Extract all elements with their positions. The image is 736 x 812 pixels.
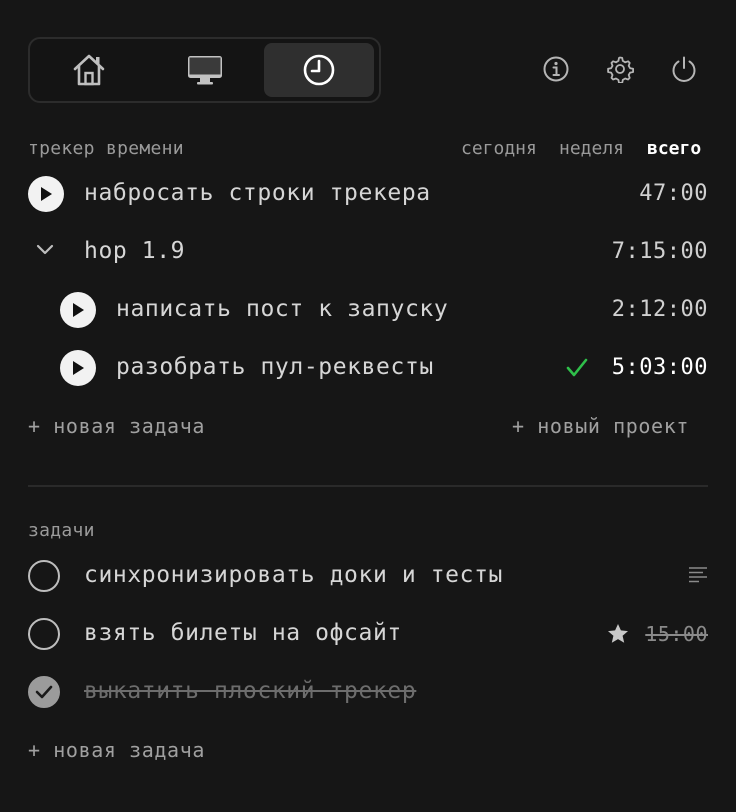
tracker-project-row[interactable]: hop 1.9 7:15:00 — [28, 232, 708, 272]
task-checkbox[interactable] — [28, 560, 60, 592]
project-time: 7:15:00 — [611, 239, 708, 264]
star-icon[interactable] — [607, 623, 629, 644]
settings-button[interactable] — [604, 53, 636, 85]
add-project-link[interactable]: + новый проект — [512, 414, 689, 438]
project-label: hop 1.9 — [84, 238, 186, 264]
view-switcher — [28, 37, 381, 103]
tasks-title: задачи — [28, 520, 95, 541]
task-label: выкатить плоский трекер — [84, 678, 417, 704]
info-icon — [542, 55, 570, 83]
checkmark-icon — [35, 685, 53, 699]
screen-tab[interactable] — [150, 43, 260, 97]
notes-icon[interactable] — [688, 566, 708, 584]
tracker-row-label: разобрать пул-реквесты — [116, 354, 434, 380]
period-week[interactable]: неделя — [559, 138, 624, 159]
task-label: синхронизировать доки и тесты — [84, 562, 503, 588]
tracker-row: написать пост к запуску 2:12:00 — [28, 290, 708, 330]
add-task-link[interactable]: + новая задача — [28, 738, 205, 762]
clock-icon — [302, 53, 336, 87]
task-checkbox-checked[interactable] — [28, 676, 60, 708]
chevron-down-icon[interactable] — [36, 244, 54, 256]
tracker-row-time: 47:00 — [639, 181, 708, 206]
task-label: взять билеты на офсайт — [84, 620, 402, 646]
tracker-title: трекер времени — [28, 138, 184, 159]
period-total[interactable]: всего — [647, 138, 701, 159]
section-divider — [28, 485, 708, 487]
task-row: взять билеты на офсайт 15:00 — [28, 614, 708, 654]
power-button[interactable] — [668, 53, 700, 85]
tracker-row-time: 5:03:00 — [611, 355, 708, 380]
play-button[interactable] — [28, 176, 64, 212]
task-row: синхронизировать доки и тесты — [28, 556, 708, 596]
task-checkbox[interactable] — [28, 618, 60, 650]
home-icon — [71, 53, 107, 87]
tracker-row: набросать строки трекера 47:00 — [28, 174, 708, 214]
tracker-row: разобрать пул-реквесты 5:03:00 — [28, 348, 708, 388]
play-button[interactable] — [60, 350, 96, 386]
tracker-row-label: набросать строки трекера — [84, 180, 431, 206]
monitor-icon — [186, 54, 224, 86]
checkmark-icon — [566, 358, 588, 378]
play-icon — [71, 360, 85, 376]
play-icon — [39, 186, 53, 202]
task-row: выкатить плоский трекер — [28, 672, 708, 712]
tracker-row-time: 2:12:00 — [611, 297, 708, 322]
play-icon — [71, 302, 85, 318]
task-time: 15:00 — [645, 622, 708, 646]
clock-tab[interactable] — [264, 43, 374, 97]
period-today[interactable]: сегодня — [461, 138, 537, 159]
gear-icon — [606, 55, 634, 83]
tracker-row-label: написать пост к запуску — [116, 296, 449, 322]
power-icon — [670, 55, 698, 83]
home-tab[interactable] — [34, 43, 144, 97]
add-task-link[interactable]: + новая задача — [28, 414, 205, 438]
play-button[interactable] — [60, 292, 96, 328]
info-button[interactable] — [540, 53, 572, 85]
